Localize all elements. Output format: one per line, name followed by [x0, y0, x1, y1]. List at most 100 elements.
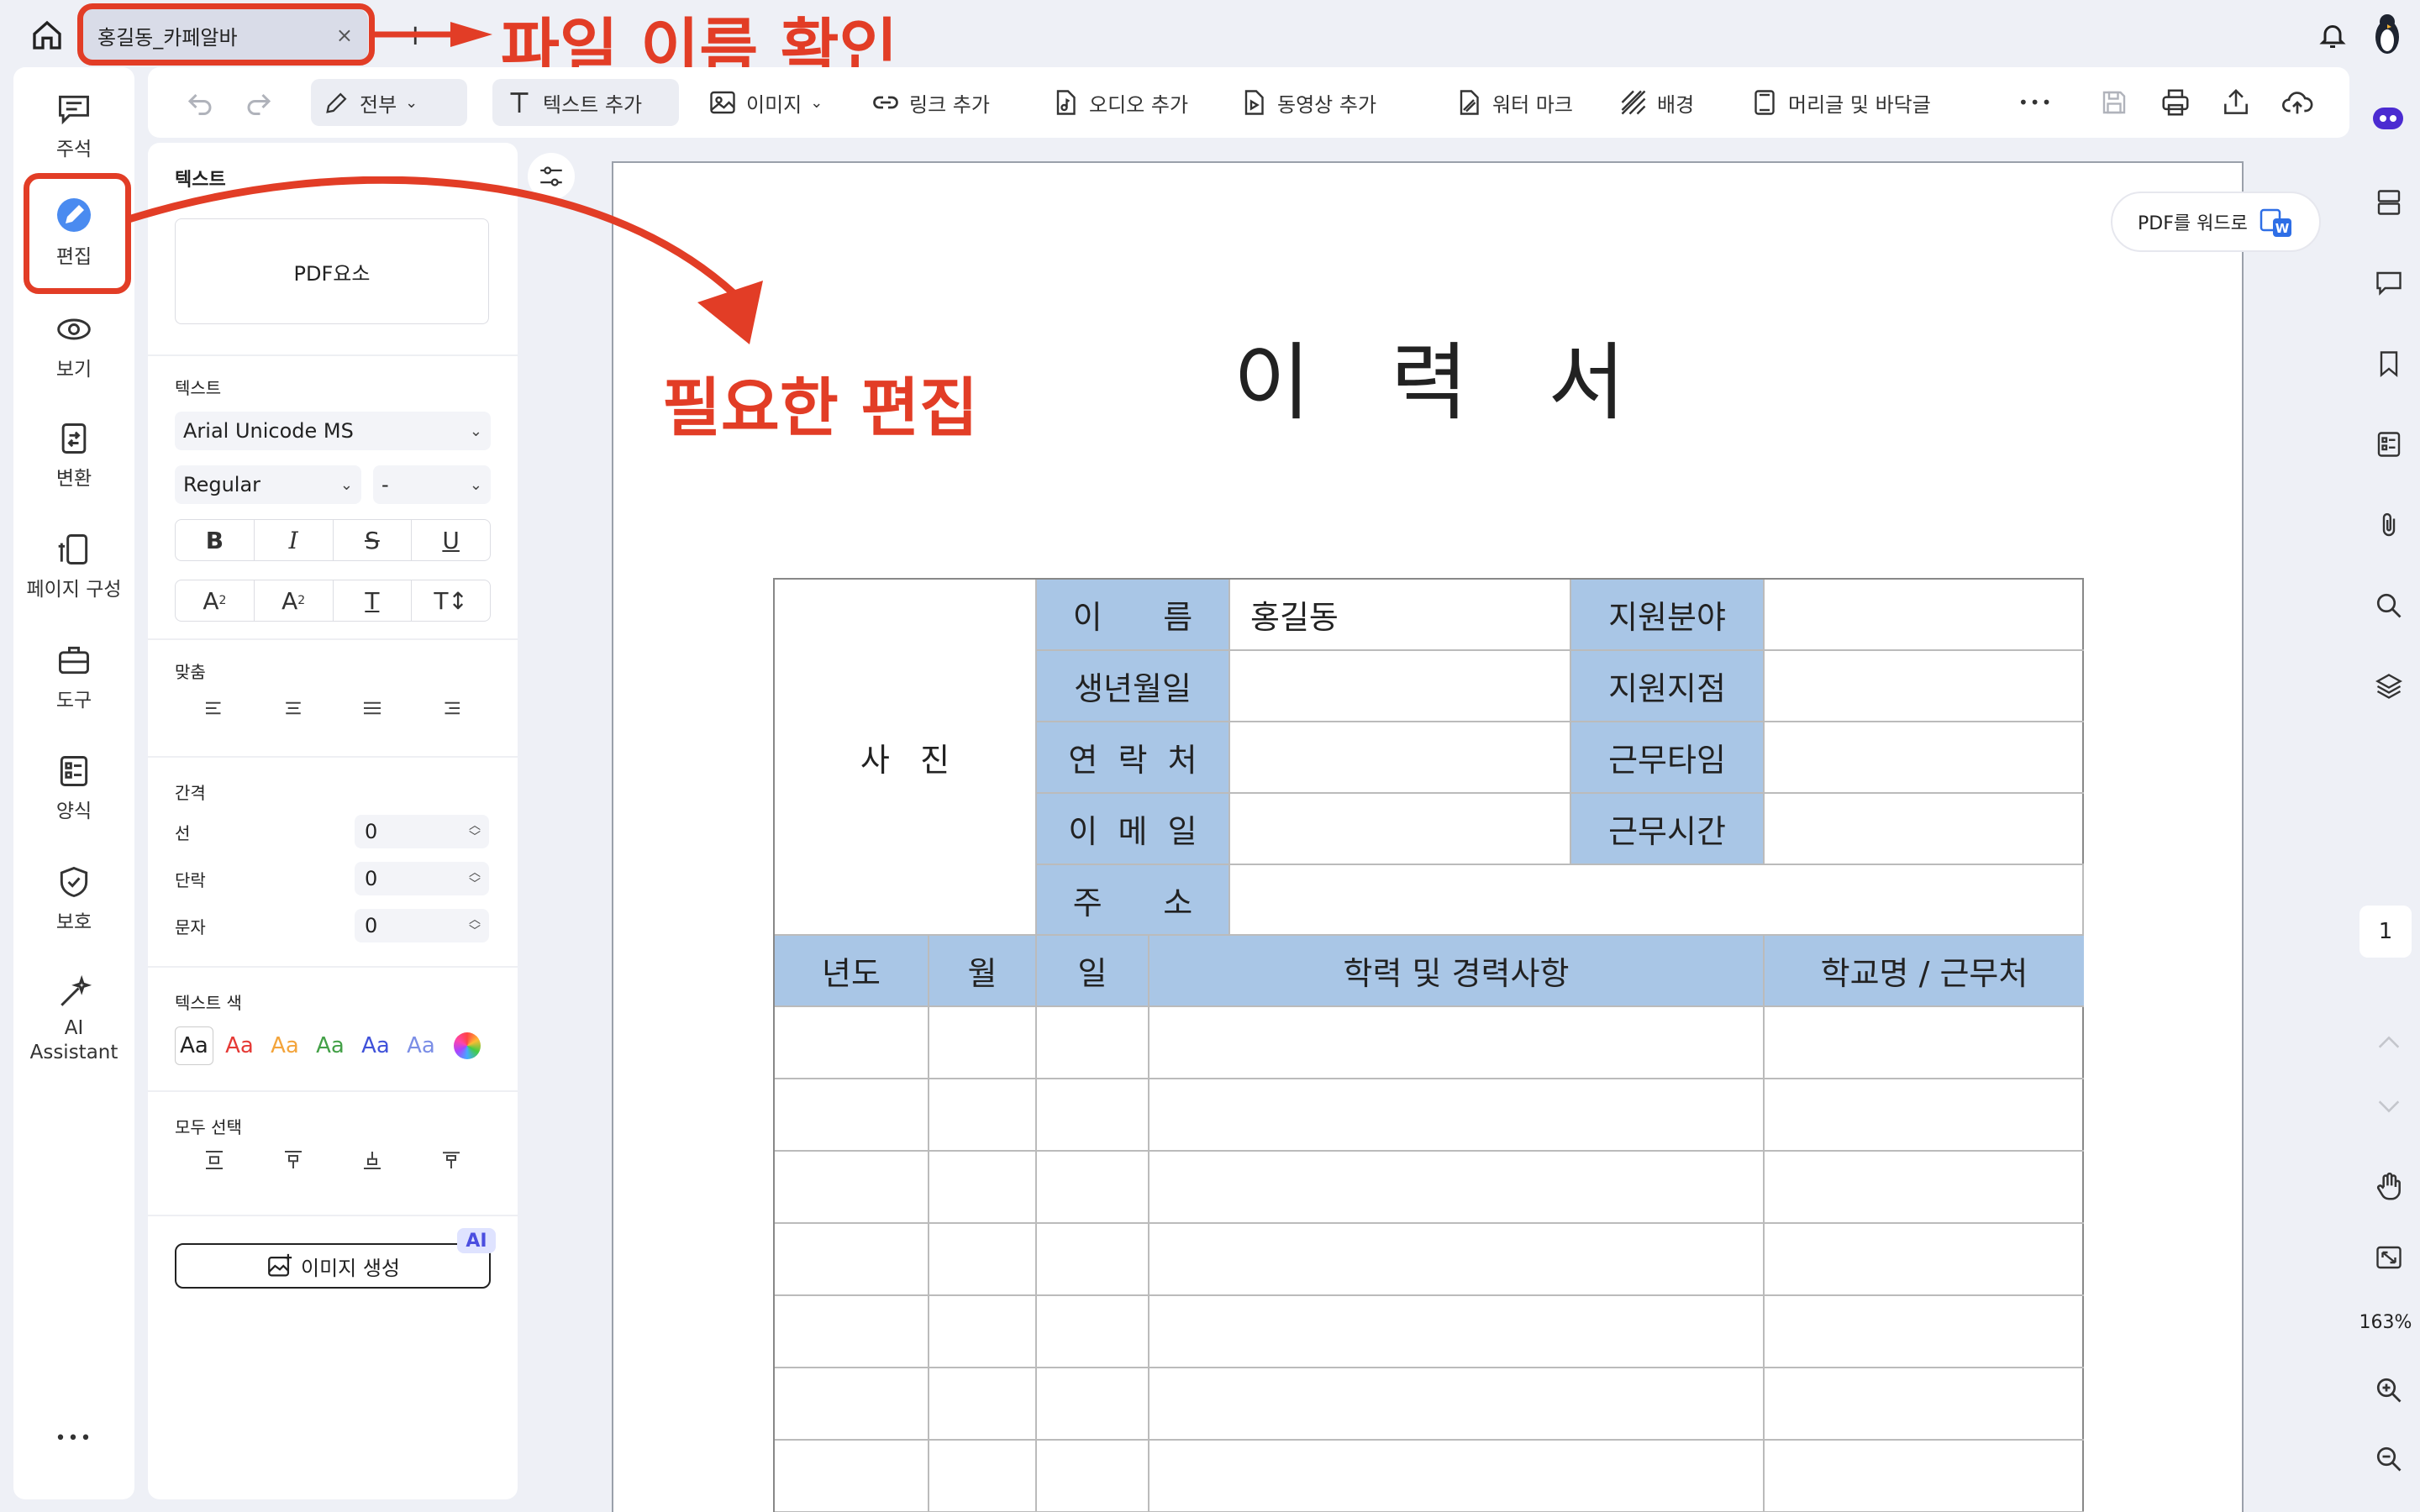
name-field[interactable]: 홍길동	[1230, 580, 1571, 651]
nav-more-icon[interactable]: •••	[13, 1428, 134, 1449]
align-center-icon[interactable]	[281, 696, 306, 721]
history-cell[interactable]	[1037, 1224, 1150, 1296]
history-cell[interactable]	[775, 1079, 929, 1152]
history-cell[interactable]	[775, 1441, 929, 1512]
history-cell[interactable]	[1150, 1296, 1765, 1368]
history-cell[interactable]	[1150, 1224, 1765, 1296]
paragraph-spacing-input[interactable]: 0 ︿ ﹀	[355, 862, 489, 895]
history-cell[interactable]	[1150, 1368, 1765, 1441]
text-color-swatch[interactable]: Aa	[220, 1026, 259, 1065]
history-cell[interactable]	[929, 1441, 1037, 1512]
stepper-icon[interactable]: ︿ ﹀	[469, 820, 481, 843]
undo-icon[interactable]	[173, 79, 227, 126]
print-icon[interactable]	[2148, 79, 2203, 126]
page-down-icon[interactable]	[2368, 1085, 2410, 1127]
history-cell[interactable]	[929, 1152, 1037, 1224]
history-cell[interactable]	[1765, 1079, 2084, 1152]
add-link-button[interactable]: 링크 추가	[859, 79, 1002, 126]
line-spacing-input[interactable]: 0 ︿ ﹀	[355, 815, 489, 848]
history-cell[interactable]	[929, 1224, 1037, 1296]
address-field[interactable]	[1230, 865, 2084, 936]
fit-page-icon[interactable]	[2368, 1236, 2410, 1278]
nav-form[interactable]: 양식	[13, 753, 134, 823]
header-footer-button[interactable]: 머리글 및 바닥글	[1738, 79, 1943, 126]
photo-cell[interactable]: 사 진	[775, 580, 1037, 936]
zoom-in-icon[interactable]	[2368, 1369, 2410, 1411]
hand-tool-icon[interactable]	[2368, 1166, 2410, 1208]
save-icon[interactable]	[2087, 79, 2141, 126]
align-top-icon[interactable]	[281, 1147, 306, 1173]
font-family-select[interactable]: Arial Unicode MS ⌄	[175, 412, 491, 450]
image-dropdown[interactable]: 이미지 ⌄	[696, 79, 834, 126]
background-button[interactable]: 배경	[1607, 79, 1706, 126]
all-dropdown[interactable]: 전부 ⌄	[311, 79, 467, 126]
history-cell[interactable]	[1037, 1368, 1150, 1441]
nav-page-organize[interactable]: 페이지 구성	[13, 531, 134, 601]
history-cell[interactable]	[929, 1079, 1037, 1152]
contact-field[interactable]	[1230, 722, 1571, 794]
history-cell[interactable]	[1037, 1079, 1150, 1152]
history-cell[interactable]	[1150, 1152, 1765, 1224]
align-bottom-icon[interactable]	[360, 1147, 385, 1173]
text-color-swatch[interactable]: Aa	[402, 1026, 440, 1065]
align-left-icon[interactable]	[202, 696, 227, 721]
history-cell[interactable]	[775, 1368, 929, 1441]
history-cell[interactable]	[775, 1296, 929, 1368]
redo-icon[interactable]	[232, 79, 286, 126]
font-style-select[interactable]: Regular ⌄	[175, 465, 361, 504]
email-field[interactable]	[1230, 794, 1571, 865]
home-icon[interactable]	[25, 13, 69, 57]
char-spacing-input[interactable]: 0 ︿ ﹀	[355, 909, 489, 942]
history-cell[interactable]	[1150, 1007, 1765, 1079]
page-number[interactable]: 1	[2360, 906, 2412, 958]
nav-protect[interactable]: 보호	[13, 864, 134, 934]
text-baseline-icon[interactable]: T	[334, 580, 413, 621]
page-up-icon[interactable]	[2368, 1021, 2410, 1063]
text-color-swatch[interactable]: Aa	[266, 1026, 304, 1065]
nav-comment[interactable]: 주석	[13, 91, 134, 161]
work-type-value[interactable]	[1765, 722, 2084, 794]
text-color-swatch[interactable]: Aa	[175, 1026, 213, 1065]
form-fields-icon[interactable]	[2368, 423, 2410, 465]
share-icon[interactable]	[2208, 79, 2264, 126]
nav-view[interactable]: 보기	[13, 311, 134, 381]
nav-tools[interactable]: 도구	[13, 642, 134, 712]
branch-value[interactable]	[1765, 651, 2084, 722]
history-cell[interactable]	[1765, 1441, 2084, 1512]
history-cell[interactable]	[775, 1152, 929, 1224]
birth-field[interactable]	[1230, 651, 1571, 722]
history-cell[interactable]	[1037, 1007, 1150, 1079]
generate-image-button[interactable]: 이미지 생성	[175, 1243, 491, 1289]
attachment-icon[interactable]	[2368, 504, 2410, 546]
distribute-top-icon[interactable]	[202, 1147, 227, 1173]
history-cell[interactable]	[775, 1007, 929, 1079]
search-icon[interactable]	[2368, 585, 2410, 627]
comment-panel-icon[interactable]	[2368, 262, 2410, 304]
history-cell[interactable]	[1765, 1368, 2084, 1441]
avatar[interactable]	[2368, 12, 2407, 55]
history-cell[interactable]	[1765, 1007, 2084, 1079]
add-video-button[interactable]: 동영상 추가	[1227, 79, 1388, 126]
history-cell[interactable]	[1037, 1441, 1150, 1512]
nav-convert[interactable]: 변환	[13, 420, 134, 491]
history-cell[interactable]	[929, 1368, 1037, 1441]
align-justify-icon[interactable]	[360, 696, 385, 721]
zoom-out-icon[interactable]	[2368, 1438, 2410, 1480]
font-size-select[interactable]: - ⌄	[373, 465, 491, 504]
layers-icon[interactable]	[2368, 665, 2410, 707]
history-cell[interactable]	[1765, 1152, 2084, 1224]
color-picker-icon[interactable]	[454, 1032, 481, 1059]
cloud-upload-icon[interactable]	[2269, 79, 2326, 126]
add-audio-button[interactable]: 오디오 추가	[1039, 79, 1200, 126]
history-cell[interactable]	[929, 1007, 1037, 1079]
history-cell[interactable]	[929, 1296, 1037, 1368]
bold-button[interactable]: B	[176, 520, 255, 560]
bookmark-icon[interactable]	[2368, 343, 2410, 385]
text-color-swatch[interactable]: Aa	[356, 1026, 395, 1065]
subscript-icon[interactable]: A2	[255, 580, 334, 621]
history-cell[interactable]	[1150, 1441, 1765, 1512]
stepper-icon[interactable]: ︿ ﹀	[469, 914, 481, 937]
history-cell[interactable]	[1037, 1296, 1150, 1368]
text-color-swatch[interactable]: Aa	[311, 1026, 350, 1065]
nav-ai-assistant[interactable]: AI Assistant	[13, 974, 134, 1065]
